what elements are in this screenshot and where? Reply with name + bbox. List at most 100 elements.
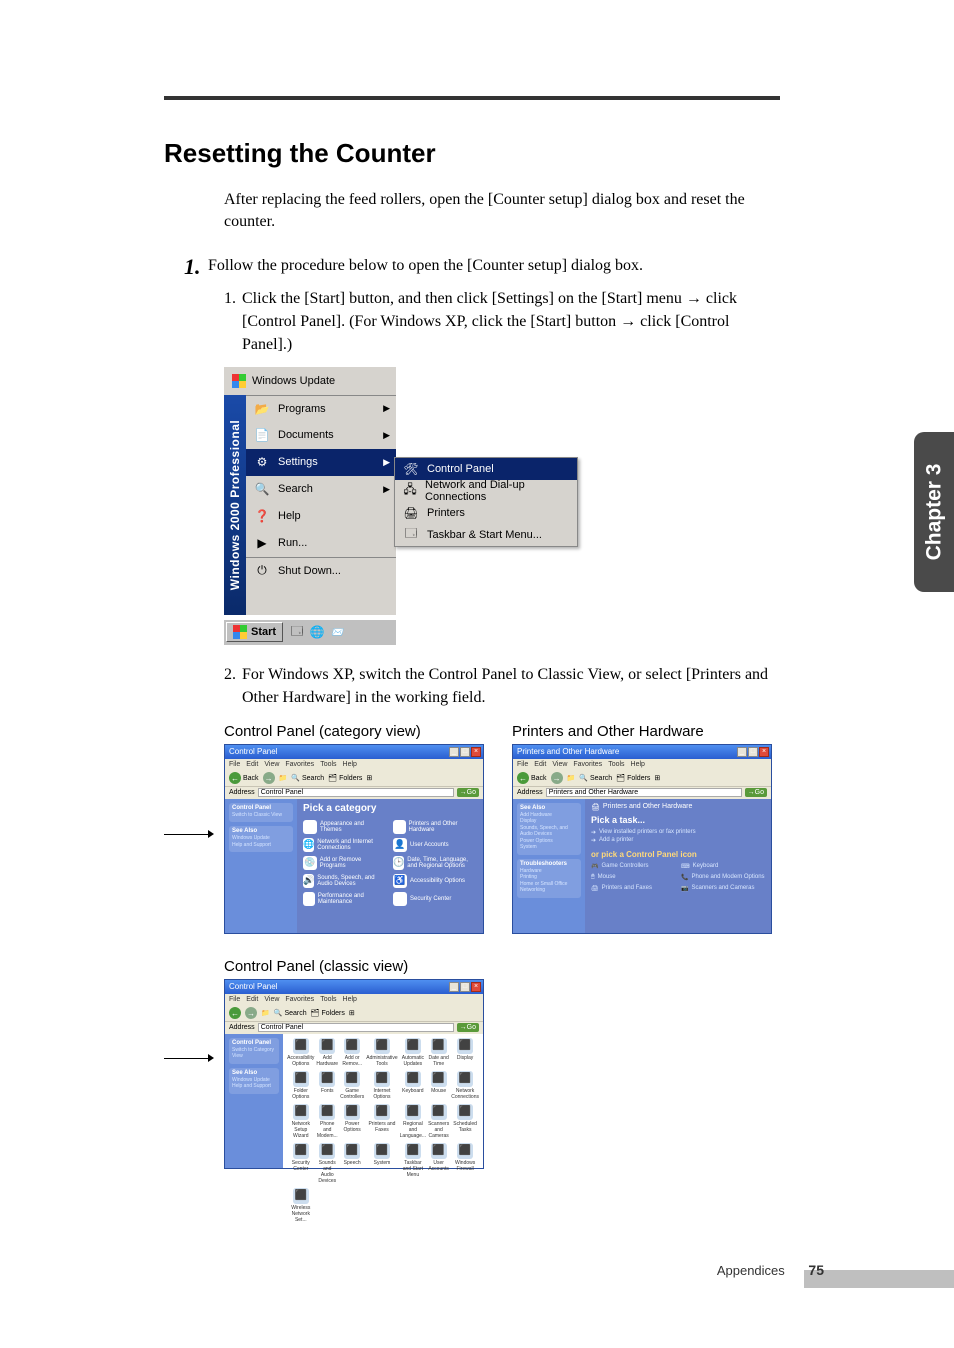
menu-favorites[interactable]: Favorites xyxy=(285,761,314,768)
classic-cp-icon[interactable]: ⬛Accessibility Options xyxy=(287,1038,314,1067)
submenu-item-printers[interactable]: 🖨Printers xyxy=(395,502,577,524)
folders-button[interactable]: 🗂Folders xyxy=(616,774,650,782)
cp-icon-link[interactable]: 📷Scanners and Cameras xyxy=(681,885,765,892)
category-item[interactable]: 🌐Network and Internet Connections xyxy=(303,838,387,852)
menu-tools[interactable]: Tools xyxy=(320,761,336,768)
start-menu-top-item[interactable]: Windows Update xyxy=(224,367,396,395)
start-menu-item-help[interactable]: ❓Help xyxy=(246,503,396,530)
go-button[interactable]: → Go xyxy=(457,788,479,797)
forward-button[interactable]: → xyxy=(245,1007,257,1019)
classic-cp-icon[interactable]: ⬛Network Setup Wizard xyxy=(287,1104,314,1139)
menu-favorites[interactable]: Favorites xyxy=(285,996,314,1003)
category-item[interactable]: ⚙Performance and Maintenance xyxy=(303,892,387,906)
category-item[interactable]: 🔊Sounds, Speech, and Audio Devices xyxy=(303,874,387,888)
maximize-button[interactable]: □ xyxy=(460,747,470,757)
cp-icon-link[interactable]: 🖱Mouse xyxy=(591,874,675,881)
category-item[interactable]: ♿Accessibility Options xyxy=(393,874,477,888)
cp-icon-link[interactable]: 📞Phone and Modem Options xyxy=(681,874,765,881)
menu-tools[interactable]: Tools xyxy=(320,996,336,1003)
menu-view[interactable]: View xyxy=(552,761,567,768)
classic-cp-icon[interactable]: ⬛Taskbar and Start Menu xyxy=(400,1143,426,1184)
menu-view[interactable]: View xyxy=(264,996,279,1003)
up-button[interactable]: 📁 xyxy=(261,1009,270,1017)
classic-cp-icon[interactable]: ⬛Administrative Tools xyxy=(366,1038,397,1067)
up-button[interactable]: 📁 xyxy=(279,774,288,782)
menu-edit[interactable]: Edit xyxy=(246,761,258,768)
classic-cp-icon[interactable]: ⬛Wireless Network Set... xyxy=(287,1188,314,1223)
cp-icon-link[interactable]: 🎮Game Controllers xyxy=(591,863,675,870)
start-menu-item-run-[interactable]: ▶Run... xyxy=(246,530,396,557)
menu-view[interactable]: View xyxy=(264,761,279,768)
switch-view-link[interactable]: Switch to Category View xyxy=(232,1047,276,1060)
quick-launch-icon[interactable]: 🌐 xyxy=(309,624,325,640)
classic-cp-icon[interactable]: ⬛Mouse xyxy=(428,1071,449,1100)
switch-view-link[interactable]: Switch to Classic View xyxy=(232,812,290,819)
menu-file[interactable]: File xyxy=(517,761,528,768)
back-button[interactable]: ← xyxy=(229,1007,241,1019)
submenu-item-control-panel[interactable]: 🛠Control Panel xyxy=(395,458,577,480)
classic-cp-icon[interactable]: ⬛Display xyxy=(451,1038,479,1067)
minimize-button[interactable]: _ xyxy=(449,982,459,992)
classic-cp-icon[interactable]: ⬛Printers and Faxes xyxy=(366,1104,397,1139)
classic-cp-icon[interactable]: ⬛Automatic Updates xyxy=(400,1038,426,1067)
address-field[interactable]: Printers and Other Hardware xyxy=(546,788,742,797)
classic-cp-icon[interactable]: ⬛Sounds and Audio Devices xyxy=(316,1143,338,1184)
menu-file[interactable]: File xyxy=(229,996,240,1003)
minimize-button[interactable]: _ xyxy=(449,747,459,757)
start-menu-item-documents[interactable]: 📄Documents▶ xyxy=(246,422,396,449)
classic-cp-icon[interactable]: ⬛Security Center xyxy=(287,1143,314,1184)
start-button[interactable]: Start xyxy=(226,622,283,642)
folders-button[interactable]: 🗂Folders xyxy=(311,1009,345,1017)
quick-launch-icon[interactable]: 🗔 xyxy=(289,624,305,640)
menu-help[interactable]: Help xyxy=(631,761,645,768)
classic-cp-icon[interactable]: ⬛System xyxy=(366,1143,397,1184)
maximize-button[interactable]: □ xyxy=(748,747,758,757)
go-button[interactable]: → Go xyxy=(745,788,767,797)
back-button[interactable]: ←Back xyxy=(229,772,259,784)
go-button[interactable]: → Go xyxy=(457,1023,479,1032)
menu-tools[interactable]: Tools xyxy=(608,761,624,768)
side-link[interactable]: Home or Small Office Networking xyxy=(520,881,578,894)
close-button[interactable]: × xyxy=(471,982,481,992)
classic-cp-icon[interactable]: ⬛Scheduled Tasks xyxy=(451,1104,479,1139)
views-button[interactable]: ⊞ xyxy=(349,1009,355,1017)
maximize-button[interactable]: □ xyxy=(460,982,470,992)
close-button[interactable]: × xyxy=(759,747,769,757)
classic-cp-icon[interactable]: ⬛Internet Options xyxy=(366,1071,397,1100)
start-menu-item-settings[interactable]: ⚙Settings▶ xyxy=(246,449,396,476)
start-menu-item-search[interactable]: 🔍Search▶ xyxy=(246,476,396,503)
submenu-item-network-and-dial-up-connections[interactable]: 🖧Network and Dial-up Connections xyxy=(395,480,577,502)
address-field[interactable]: Control Panel xyxy=(258,1023,454,1032)
category-item[interactable]: 🕒Date, Time, Language, and Regional Opti… xyxy=(393,856,477,870)
classic-cp-icon[interactable]: ⬛Game Controllers xyxy=(340,1071,364,1100)
start-menu-item-shut-down-[interactable]: ⏻Shut Down... xyxy=(246,557,396,584)
search-button[interactable]: 🔍Search xyxy=(274,1009,307,1017)
classic-cp-icon[interactable]: ⬛Scanners and Cameras xyxy=(428,1104,449,1139)
classic-cp-icon[interactable]: ⬛Keyboard xyxy=(400,1071,426,1100)
classic-cp-icon[interactable]: ⬛Add Hardware xyxy=(316,1038,338,1067)
minimize-button[interactable]: _ xyxy=(737,747,747,757)
up-button[interactable]: 📁 xyxy=(567,774,576,782)
views-button[interactable]: ⊞ xyxy=(654,774,660,782)
forward-button[interactable]: → xyxy=(263,772,275,784)
menu-help[interactable]: Help xyxy=(343,761,357,768)
start-menu-item-programs[interactable]: 📂Programs▶ xyxy=(246,395,396,422)
classic-cp-icon[interactable]: ⬛User Accounts xyxy=(428,1143,449,1184)
menu-help[interactable]: Help xyxy=(343,996,357,1003)
category-item[interactable]: 🛡Security Center xyxy=(393,892,477,906)
classic-cp-icon[interactable]: ⬛Windows Firewall xyxy=(451,1143,479,1184)
classic-cp-icon[interactable]: ⬛Speech xyxy=(340,1143,364,1184)
folders-button[interactable]: 🗂Folders xyxy=(328,774,362,782)
side-link[interactable]: Help and Support xyxy=(232,842,290,849)
side-link[interactable]: Help and Support xyxy=(232,1083,276,1090)
side-link[interactable]: System xyxy=(520,844,578,851)
side-link[interactable]: Sounds, Speech, and Audio Devices xyxy=(520,825,578,838)
menu-edit[interactable]: Edit xyxy=(534,761,546,768)
menu-edit[interactable]: Edit xyxy=(246,996,258,1003)
classic-cp-icon[interactable]: ⬛Network Connections xyxy=(451,1071,479,1100)
cp-icon-link[interactable]: 🖨Printers and Faxes xyxy=(591,885,675,892)
submenu-item-taskbar-start-menu-[interactable]: 🗔Taskbar & Start Menu... xyxy=(395,524,577,546)
forward-button[interactable]: → xyxy=(551,772,563,784)
task-link[interactable]: ➔Add a printer xyxy=(591,837,765,844)
close-button[interactable]: × xyxy=(471,747,481,757)
